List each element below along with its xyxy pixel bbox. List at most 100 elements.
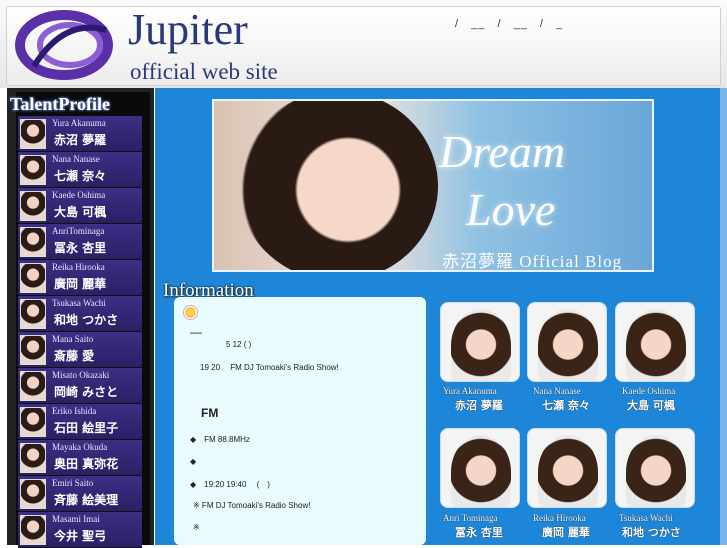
site-title[interactable]: Jupiter (128, 8, 248, 52)
info-line: ◆ FM 88.8MHz (190, 435, 250, 444)
gallery-name-en[interactable]: Kaede Oshima (622, 386, 675, 396)
nav-separator: / (539, 18, 544, 30)
talent-name-en: Tsukasa Wachi (52, 298, 106, 308)
gallery-name-jp[interactable]: 七瀬 奈々 (542, 397, 590, 413)
talent-photo[interactable] (20, 371, 46, 401)
talent-item[interactable]: Emiri Saito 斉藤 絵美理 (18, 476, 142, 512)
info-line: ◆ (190, 457, 197, 466)
gallery-photo[interactable] (440, 302, 520, 382)
talent-name-jp: 今井 聖弓 (54, 529, 107, 543)
talent-name-en: AnriTominaga (52, 226, 105, 236)
gallery-name-jp[interactable]: 冨永 杏里 (455, 524, 503, 540)
talent-list: Yura Akanuma 赤沼 夢羅 Nana Nanase 七瀬 奈々 Kaede… (18, 116, 142, 548)
talent-name-en: Yura Akanuma (52, 118, 106, 128)
talent-name-jp: 冨永 杏里 (54, 241, 107, 255)
gallery-name-jp[interactable]: 大島 可楓 (627, 397, 675, 413)
talent-photo[interactable] (20, 227, 46, 257)
site-subtitle: official web site (130, 59, 278, 84)
banner-title-love: Love (466, 184, 556, 235)
talent-photo[interactable] (20, 263, 46, 293)
talent-name-en: Kaede Oshima (52, 190, 106, 200)
gallery-name-en[interactable]: Anri Tominaga (443, 513, 497, 523)
top-nav: / __ / __ / _ (455, 18, 571, 30)
talent-name-en: Nana Nanase (52, 154, 100, 164)
talent-photo[interactable] (20, 515, 46, 545)
talent-item[interactable]: Yura Akanuma 赤沼 夢羅 (18, 116, 142, 152)
gallery-name-en[interactable]: Nana Nanase (533, 386, 581, 396)
talent-name-jp: 斎藤 愛 (54, 349, 95, 363)
talent-name-jp: 石田 絵里子 (54, 421, 119, 435)
blog-banner[interactable]: Dream Love 赤沼夢羅 Official Blog (212, 99, 654, 272)
gallery-name-jp[interactable]: 和地 つかさ (622, 524, 681, 540)
gallery-photo[interactable] (615, 302, 695, 382)
talent-item[interactable]: Tsukasa Wachi 和地 つかさ (18, 296, 142, 332)
sidebar-heading: TalentProfile (10, 94, 110, 114)
gallery-name-jp[interactable]: 赤沼 夢羅 (455, 397, 503, 413)
talent-portrait (451, 435, 511, 507)
talent-item[interactable]: Nana Nanase 七瀬 奈々 (18, 152, 142, 188)
talent-portrait (626, 435, 686, 507)
talent-photo[interactable] (20, 299, 46, 329)
info-line: ※ FM DJ Tomoaki's Radio Show! (193, 501, 311, 510)
info-line: ◆ 19:20 19:40 ( ) (190, 480, 270, 489)
talent-item[interactable]: Eriko Ishida 石田 絵里子 (18, 404, 142, 440)
info-fm-heading: FM (201, 406, 219, 420)
talent-portrait (451, 309, 511, 381)
new-badge-icon (183, 305, 198, 320)
talent-name-jp: 廣岡 麗華 (54, 277, 107, 291)
nav-separator: / (455, 18, 460, 30)
gallery-photo[interactable] (527, 302, 607, 382)
talent-photo[interactable] (20, 155, 46, 185)
talent-photo[interactable] (20, 443, 46, 473)
talent-portrait (626, 309, 686, 381)
talent-name-en: Mayaka Okuda (52, 442, 108, 452)
talent-name-jp: 斉藤 絵美理 (54, 493, 119, 507)
banner-photo (238, 101, 438, 270)
talent-photo[interactable] (20, 407, 46, 437)
talent-portrait (538, 309, 598, 381)
talent-item[interactable]: Misato Okazaki 岡崎 みさと (18, 368, 142, 404)
banner-title-dream: Dream (439, 126, 566, 177)
talent-photo[interactable] (20, 191, 46, 221)
nav-link-2[interactable]: __ (514, 18, 528, 30)
nav-separator: / (497, 18, 502, 30)
nav-link-3[interactable]: _ (556, 18, 563, 30)
gallery-name-jp[interactable]: 廣岡 麗華 (542, 524, 590, 540)
talent-name-jp: 赤沼 夢羅 (54, 133, 107, 147)
gallery-name-en[interactable]: Reika Hirooka (533, 513, 586, 523)
gallery-name-en[interactable]: Yura Akanuma (443, 386, 497, 396)
talent-item[interactable]: AnriTominaga 冨永 杏里 (18, 224, 142, 260)
talent-name-en: Masami Imai (52, 514, 100, 524)
talent-portrait (538, 435, 598, 507)
talent-name-jp: 和地 つかさ (54, 313, 119, 327)
talent-name-jp: 奥田 真弥花 (54, 457, 119, 471)
talent-name-en: Misato Okazaki (52, 370, 110, 380)
talent-photo[interactable] (20, 119, 46, 149)
talent-item[interactable]: Mayaka Okuda 奥田 真弥花 (18, 440, 142, 476)
talent-name-en: Mana Saito (52, 334, 94, 344)
jupiter-logo-icon[interactable] (14, 8, 120, 82)
gallery-photo[interactable] (527, 428, 607, 508)
talent-name-jp: 岡崎 みさと (54, 385, 119, 399)
banner-blog-label: 赤沼夢羅 Official Blog (442, 252, 623, 271)
talent-item[interactable]: Masami Imai 今井 聖弓 (18, 512, 142, 548)
talent-photo[interactable] (20, 335, 46, 365)
talent-item[interactable]: Reika Hirooka 廣岡 麗華 (18, 260, 142, 296)
talent-photo[interactable] (20, 479, 46, 509)
talent-name-jp: 大島 可楓 (54, 205, 107, 219)
scrollbar-track[interactable] (720, 88, 727, 545)
gallery-name-en[interactable]: Tsukasa Wachi (619, 513, 673, 523)
info-line: ※ (193, 523, 200, 532)
info-link[interactable]: 19 20 FM DJ Tomoaki's Radio Show! (200, 362, 339, 373)
talent-item[interactable]: Kaede Oshima 大島 可楓 (18, 188, 142, 224)
talent-name-en: Emiri Saito (52, 478, 94, 488)
talent-item[interactable]: Mana Saito 斎藤 愛 (18, 332, 142, 368)
talent-name-jp: 七瀬 奈々 (54, 169, 107, 183)
info-line: 5 12 ( ) (226, 340, 252, 349)
gallery-photo[interactable] (440, 428, 520, 508)
talent-name-en: Eriko Ishida (52, 406, 97, 416)
info-line: — (190, 325, 202, 339)
gallery-photo[interactable] (615, 428, 695, 508)
nav-link-1[interactable]: __ (471, 18, 485, 30)
talent-name-en: Reika Hirooka (52, 262, 105, 272)
